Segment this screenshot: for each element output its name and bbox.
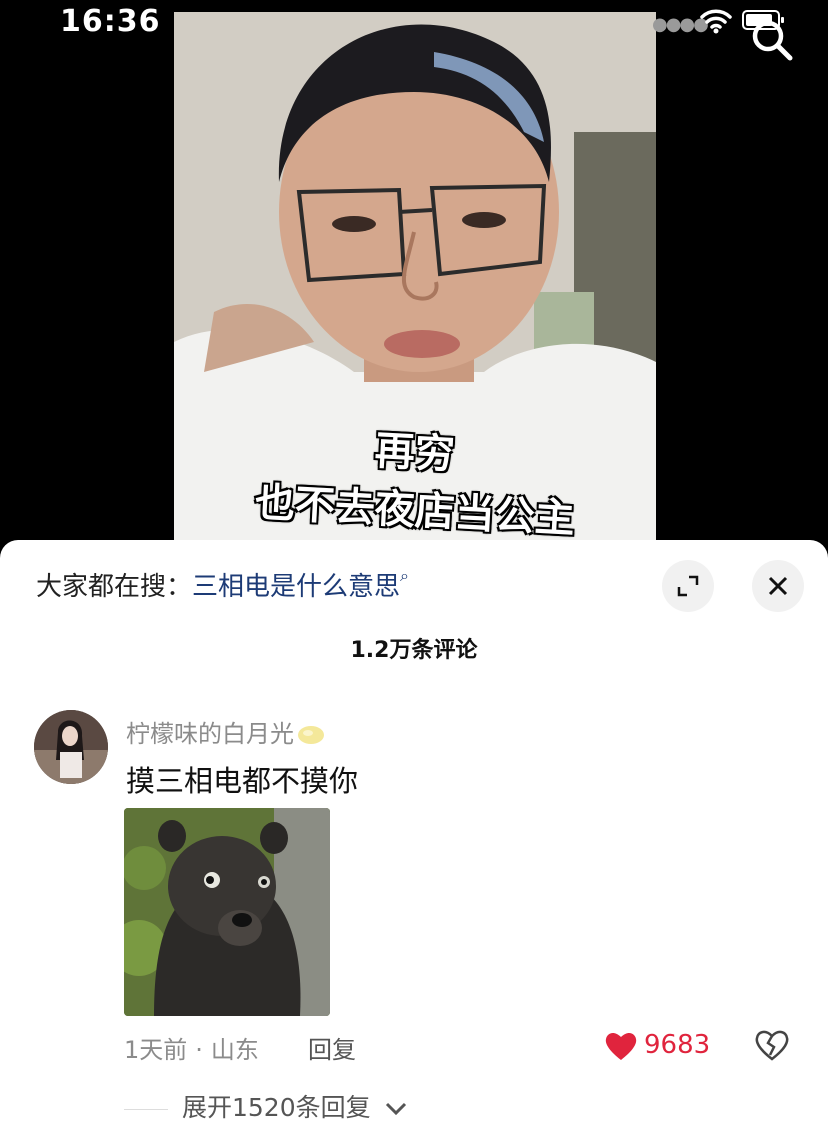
small-search-icon: ⌕ — [400, 566, 409, 585]
signal-dots-icon: ●●●● — [652, 14, 709, 35]
status-time: 16:36 — [60, 4, 161, 39]
search-icon[interactable] — [748, 14, 798, 64]
avatar-image — [34, 710, 108, 784]
search-suggestion[interactable]: 大家都在搜：三相电是什么意思⌕ — [36, 566, 409, 603]
lemon-icon — [298, 726, 324, 744]
wifi-icon — [700, 9, 732, 34]
video-frame: 再穷 也不去夜店当公主 — [174, 12, 656, 560]
comment-text: 摸三相电都不摸你 — [126, 764, 359, 798]
expand-replies-label: 展开1520条回复 — [182, 1093, 371, 1122]
comment-time: 1天前 — [124, 1036, 188, 1064]
expand-replies-button[interactable]: 展开1520条回复 — [124, 1088, 407, 1124]
search-suggestion-term[interactable]: 三相电是什么意思 — [192, 572, 400, 602]
comment-meta: 1天前 · 山东 — [124, 1036, 259, 1064]
expand-icon — [677, 575, 699, 597]
replies-divider — [124, 1108, 168, 1110]
comment-location: 山东 — [210, 1036, 259, 1064]
like-count: 9683 — [644, 1030, 711, 1060]
heart-like-icon[interactable] — [604, 1030, 638, 1062]
comment-username[interactable]: 柠檬味的白月光 — [126, 714, 326, 749]
chevron-down-icon — [385, 1102, 406, 1116]
broken-heart-dislike-icon[interactable] — [755, 1028, 789, 1062]
bear-cub-image — [124, 808, 330, 1016]
comment-count: 1.2万条评论 — [350, 638, 478, 663]
reply-button[interactable]: 回复 — [308, 1030, 356, 1065]
status-bar: 16:36 ●●●● — [0, 0, 828, 44]
expand-button[interactable] — [662, 560, 714, 612]
username-text: 柠檬味的白月光 — [126, 720, 294, 748]
comment-image[interactable] — [124, 808, 330, 1016]
close-icon — [768, 576, 788, 596]
avatar[interactable] — [34, 710, 108, 784]
search-suggestion-prefix: 大家都在搜： — [36, 572, 193, 602]
comments-sheet: 大家都在搜：三相电是什么意思⌕ 1.2万条评论 柠檬味的白月光 摸三相电都不摸你 — [0, 540, 828, 1132]
video-player[interactable]: 再穷 也不去夜店当公主 — [0, 0, 828, 560]
close-button[interactable] — [752, 560, 804, 612]
